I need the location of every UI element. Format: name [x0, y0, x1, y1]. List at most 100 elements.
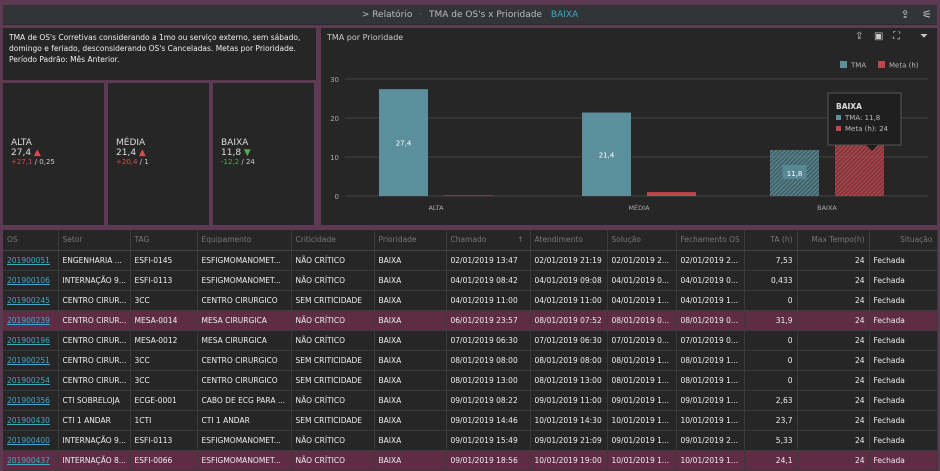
bar-meta-média[interactable] [647, 192, 696, 196]
table-row[interactable]: 201900106 INTERNAÇÃO 9... ESFI-0113 ESFIGMO… [3, 270, 938, 291]
table-row[interactable]: 201900196 CENTRO CIRUR... MESA-0012 MESA CI… [3, 330, 938, 351]
table-cell: 2,63 [744, 390, 798, 411]
table-cell: 09/01/2019 1... [607, 390, 677, 411]
table-cell: Fechada [869, 250, 938, 271]
column-header[interactable]: Max Tempo(h) [797, 230, 870, 251]
tooltip-swatch [836, 115, 841, 120]
table-cell: 08/01/2019 08:00 [446, 350, 531, 371]
table-row[interactable]: 201900051 ENGENHARIA ... ESFI-0145 ESFIGMOM… [3, 250, 938, 271]
os-link[interactable]: 201900400 [7, 436, 50, 445]
column-header[interactable]: TA (h) [744, 230, 798, 251]
os-link[interactable]: 201900245 [7, 296, 50, 305]
breadcrumb-separator: · [419, 10, 423, 20]
table-row[interactable]: 201900245 CENTRO CIRUR... 3CC CENTRO CIRURG… [3, 290, 938, 311]
os-link[interactable]: 201900356 [7, 396, 50, 405]
table-cell: 201900051 [3, 250, 59, 271]
kpi-card-alta[interactable]: ALTA 27,4 ▲ +27,1 / 0,25 [3, 83, 104, 225]
os-link[interactable]: 201900196 [7, 336, 50, 345]
export-icon[interactable]: ⇪ [898, 8, 912, 22]
table-cell: INTERNAÇÃO 9... [58, 270, 131, 291]
column-header[interactable]: Fechamento OS [676, 230, 745, 251]
table-cell: 07/01/2019 0... [607, 330, 677, 351]
table-cell: ESFI-0066 [130, 450, 198, 471]
table-cell: INTERNAÇÃO 8... [58, 450, 131, 471]
kpi-label: MÉDIA [116, 138, 146, 148]
sort-icon[interactable]: ↑ [517, 235, 523, 244]
table-cell: 02/01/2019 2... [676, 250, 745, 271]
kpi-value: 27,4 [11, 148, 32, 158]
table-cell: 04/01/2019 0... [607, 270, 677, 291]
y-tick-label: 0 [335, 193, 339, 201]
table-cell: 04/01/2019 09:08 [530, 270, 608, 291]
table-row[interactable]: 201900239 CENTRO CIRUR... MESA-0014 MESA CI… [3, 310, 938, 331]
os-link[interactable]: 201900254 [7, 376, 50, 385]
y-tick-label: 10 [330, 154, 339, 162]
table-cell: BAIXA [374, 450, 447, 471]
column-header[interactable]: Setor [58, 230, 131, 251]
chart-panel: TMA por Prioridade ⇪ ▣ ⛶ ⏷ 0 10 20 30 27,4 AL… [321, 28, 937, 225]
table-cell: BAIXA [374, 330, 447, 351]
table-row[interactable]: 201900430 CTI 1 ANDAR 1CTI CTI 1 ANDAR SEM C… [3, 410, 938, 431]
table-cell: ESFIGMOMANOMET... [197, 270, 292, 291]
table-cell: CENTRO CIRURGICO [197, 370, 292, 391]
table-row[interactable]: 201900251 CENTRO CIRUR... 3CC CENTRO CIRURG… [3, 350, 938, 371]
column-header[interactable]: TAG [130, 230, 198, 251]
os-link[interactable]: 201900051 [7, 256, 50, 265]
column-header[interactable]: Solução [607, 230, 677, 251]
table-row[interactable]: 201900254 CENTRO CIRUR... 3CC CENTRO CIRURG… [3, 370, 938, 391]
filters-icon[interactable]: ⚟ [920, 8, 934, 22]
x-tick-label: BAIXA [817, 204, 837, 212]
table-cell: 08/01/2019 07:52 [530, 310, 608, 331]
table-cell: ESFI-0113 [130, 430, 198, 451]
table-cell: 201900437 [3, 450, 59, 471]
table-cell: 02/01/2019 13:47 [446, 250, 531, 271]
table-cell: 08/01/2019 1... [607, 370, 677, 391]
kpi-delta: -12,2 [221, 158, 240, 166]
column-header[interactable]: Atendimento [530, 230, 608, 251]
column-header[interactable]: Criticidade [291, 230, 375, 251]
table-cell: NÃO CRÍTICO [291, 450, 375, 471]
kpi-card-baixa[interactable]: BAIXA 11,8 ▼ -12,2 / 24 [213, 83, 314, 225]
table-cell: NÃO CRÍTICO [291, 250, 375, 271]
table-row[interactable]: 201900400 INTERNAÇÃO 9... ESFI-0113 ESFIGMO… [3, 430, 938, 451]
table-cell: BAIXA [374, 250, 447, 271]
table-cell: 24 [797, 370, 870, 391]
column-header[interactable]: OS [3, 230, 59, 251]
table-cell: 09/01/2019 1... [607, 430, 677, 451]
column-header-label: Setor [62, 235, 83, 245]
column-header-label: Prioridade [378, 235, 417, 245]
column-header[interactable]: Equipamento [197, 230, 292, 251]
description-text: TMA de OS's Corretivas considerando a 1m… [9, 33, 301, 64]
table-cell: 09/01/2019 21:09 [530, 430, 608, 451]
table-row[interactable]: 201900356 CTI SOBRELOJA ECGE-0001 CABO DE E… [3, 390, 938, 411]
trend-up-icon: ▲ [33, 148, 41, 158]
table-cell: ENGENHARIA ... [58, 250, 131, 271]
data-label: 27,4 [396, 140, 412, 148]
os-link[interactable]: 201900437 [7, 456, 50, 465]
os-link[interactable]: 201900430 [7, 416, 50, 425]
column-header[interactable]: Situação [869, 230, 938, 251]
legend-label[interactable]: Meta (h) [889, 62, 919, 70]
os-link[interactable]: 201900106 [7, 276, 50, 285]
os-link[interactable]: 201900251 [7, 356, 50, 365]
column-header[interactable]: Prioridade [374, 230, 447, 251]
table-cell: CTI 1 ANDAR [58, 410, 131, 431]
table-cell: 31,9 [744, 310, 798, 331]
table-cell: BAIXA [374, 430, 447, 451]
column-header[interactable]: Chamado ↑ [446, 230, 531, 251]
legend-label[interactable]: TMA [850, 62, 866, 70]
breadcrumb-relatorio[interactable]: Relatório [372, 10, 412, 20]
table-cell: Fechada [869, 370, 938, 391]
table-cell: 09/01/2019 15:49 [446, 430, 531, 451]
y-tick-label: 20 [330, 115, 339, 123]
kpi-target: 24 [245, 158, 255, 166]
table-row[interactable]: 201900437 INTERNAÇÃO 8... ESFI-0066 ESFIGMO… [3, 450, 938, 471]
table-cell: Fechada [869, 270, 938, 291]
os-link[interactable]: 201900239 [7, 316, 50, 325]
bar-meta-alta[interactable] [444, 195, 493, 196]
breadcrumb-report[interactable]: TMA de OS's x Prioridade [429, 10, 542, 20]
table-cell: ESFI-0113 [130, 270, 198, 291]
table-cell: ESFIGMOMANOMET... [197, 450, 292, 471]
kpi-card-média[interactable]: MÉDIA 21,4 ▲ +20,4 / 1 [108, 83, 209, 225]
table-cell: BAIXA [374, 370, 447, 391]
